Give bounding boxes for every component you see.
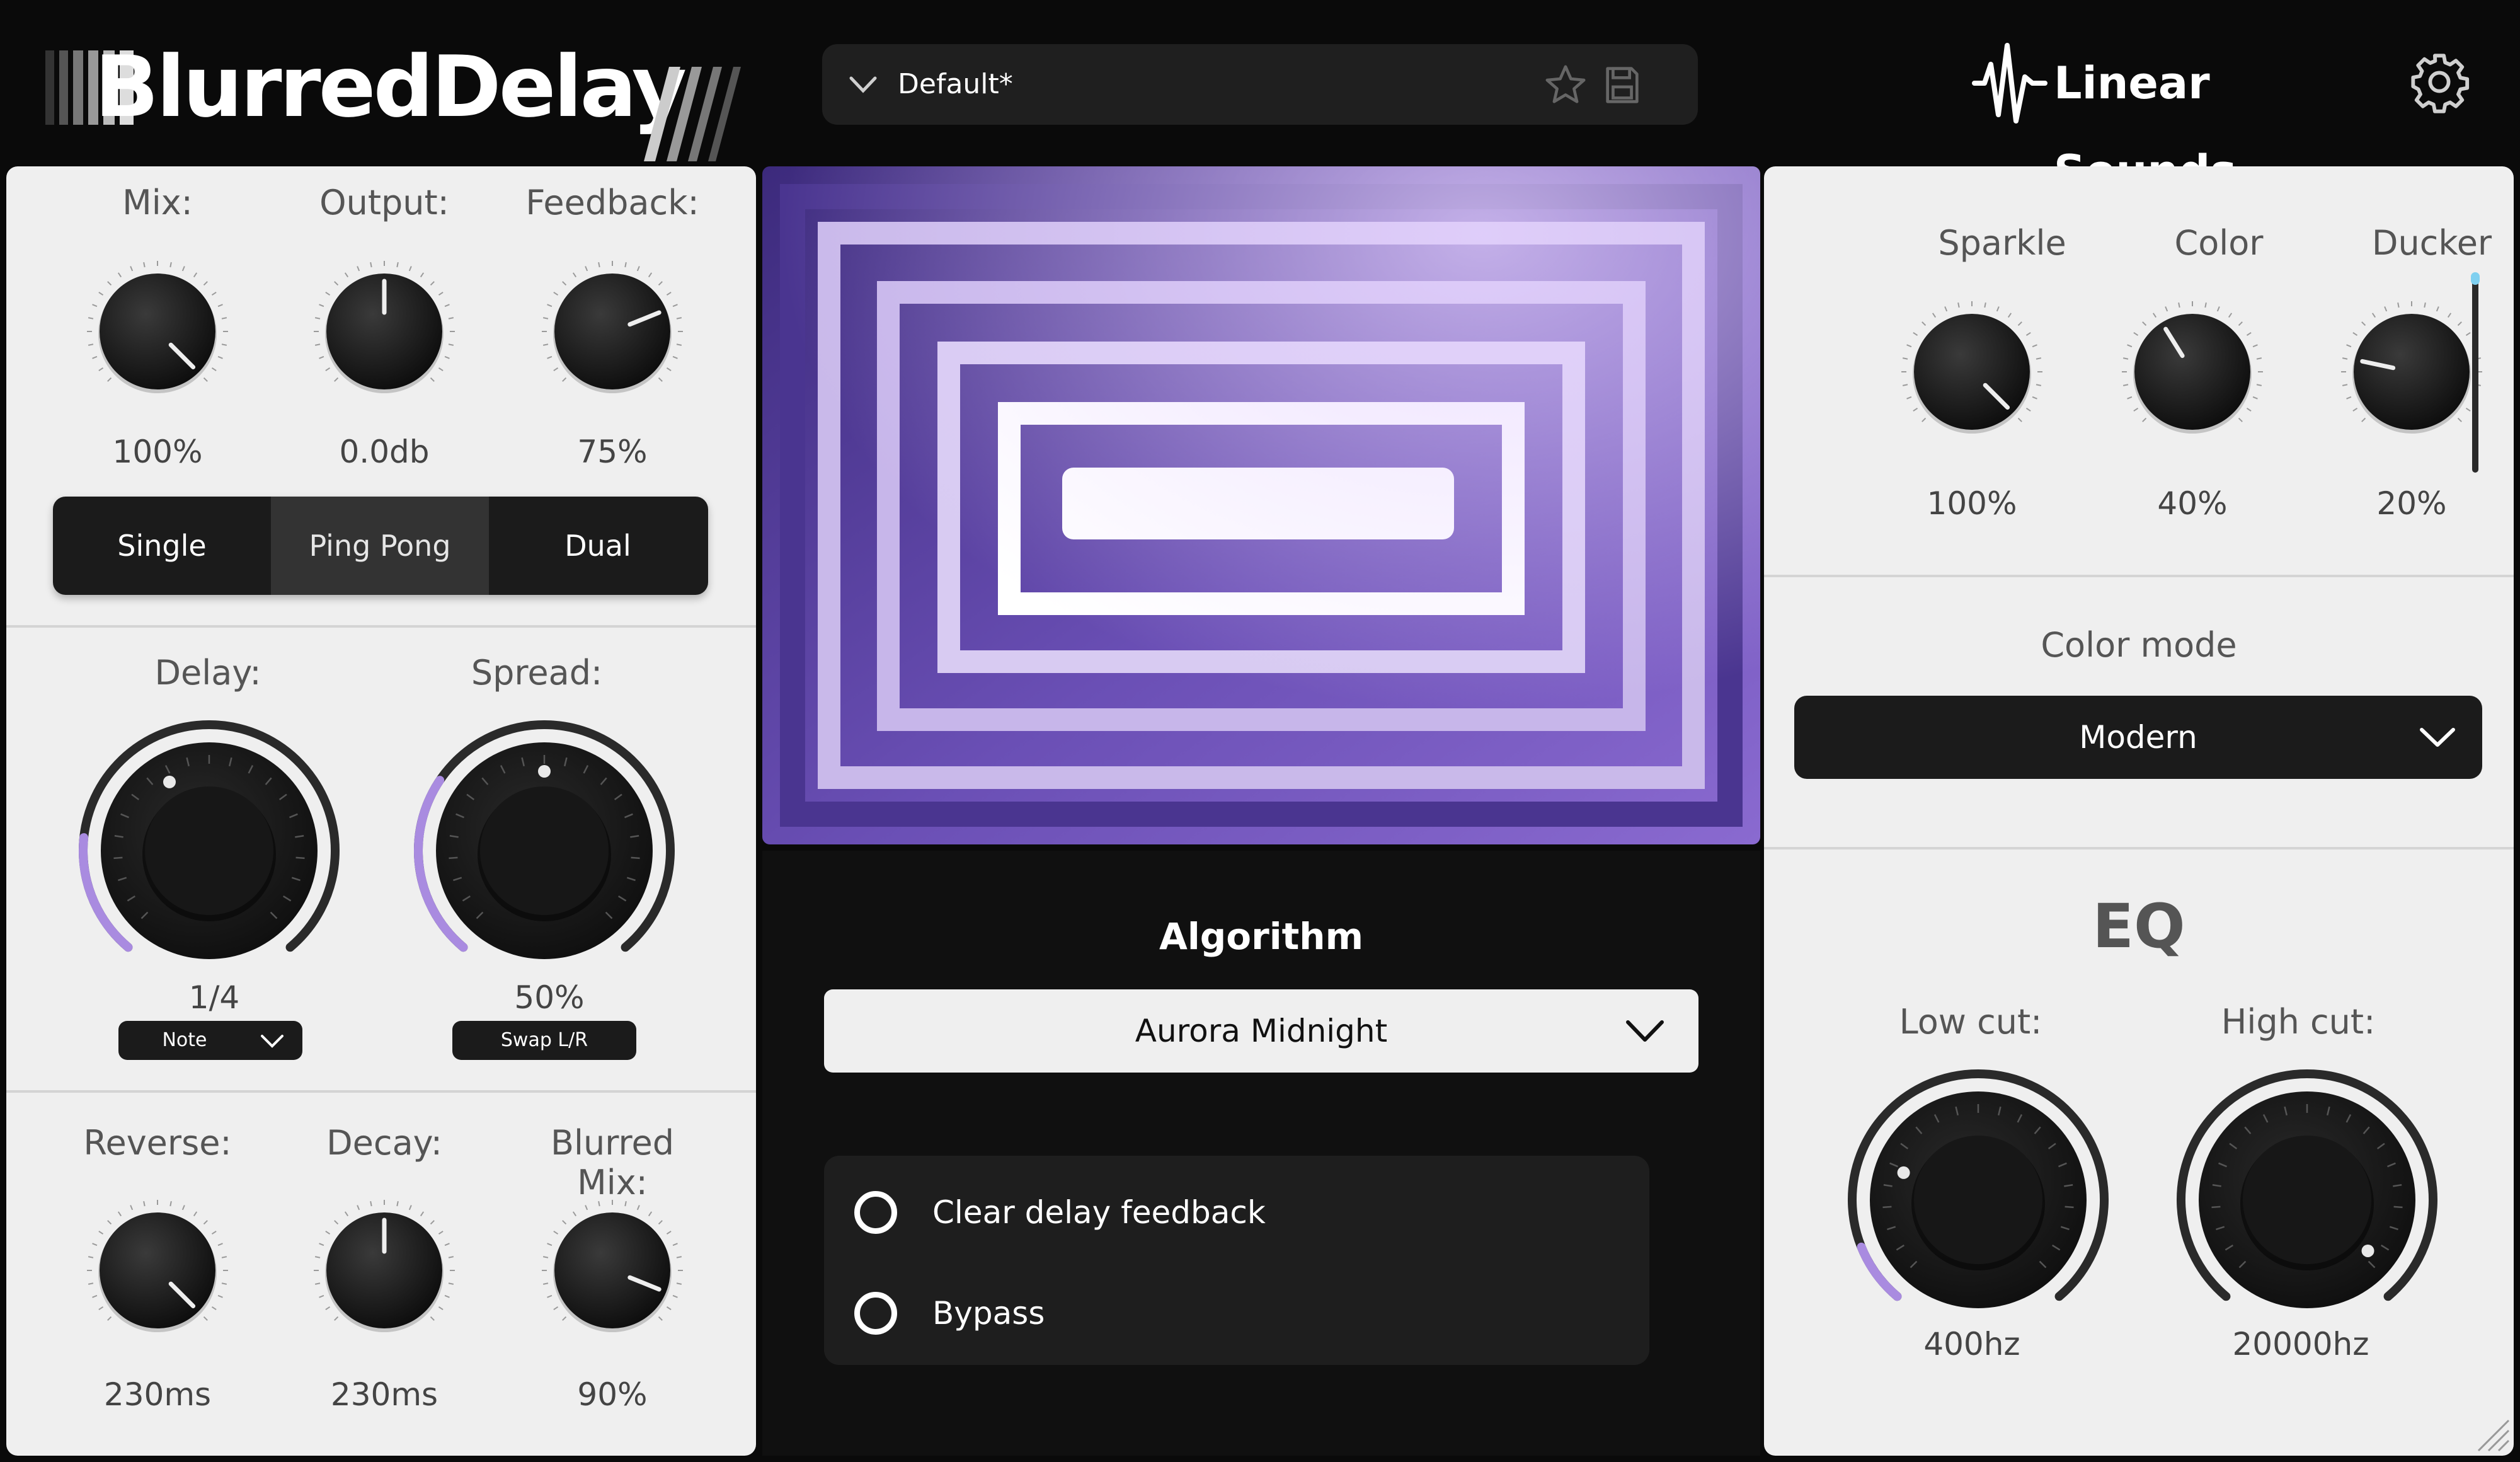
high-cut-value: 20000hz <box>2232 1326 2369 1362</box>
right-panel: Sparkle Color Ducker 100% 40% 20% Color … <box>1764 166 2514 1456</box>
spread-value: 50% <box>514 979 585 1016</box>
clear-delay-feedback-option[interactable]: Clear delay feedback <box>854 1187 1610 1244</box>
ducker-label: Ducker <box>2371 223 2492 263</box>
delay-value: 1/4 <box>188 979 240 1016</box>
logo-stripes-right <box>644 67 741 161</box>
divider <box>6 1090 756 1093</box>
high-cut-label: High cut: <box>2221 1002 2376 1042</box>
decay-knob[interactable] <box>309 1195 460 1346</box>
note-dropdown[interactable]: Note <box>118 1021 302 1060</box>
color-label: Color <box>2174 223 2264 263</box>
output-knob[interactable] <box>309 256 460 407</box>
note-dropdown-label: Note <box>162 1029 207 1051</box>
mix-label: Mix: <box>122 183 193 222</box>
brand-logo: Linear Sounds <box>1972 39 2375 197</box>
sparkle-label: Sparkle <box>1938 223 2066 263</box>
mode-dual-button[interactable]: Dual <box>489 497 707 595</box>
star-icon[interactable] <box>1544 63 1588 107</box>
high-cut-knob[interactable] <box>2168 1061 2446 1338</box>
delay-knob[interactable] <box>71 712 348 989</box>
color-mode-selected: Modern <box>2079 719 2197 756</box>
options-group: Clear delay feedback Bypass <box>824 1156 1649 1365</box>
feedback-label: Feedback: <box>525 183 699 222</box>
scrollbar[interactable] <box>2471 272 2480 473</box>
reverse-knob[interactable] <box>82 1195 233 1346</box>
decay-label: Decay: <box>326 1123 442 1163</box>
chevron-down-icon[interactable] <box>847 72 879 97</box>
sparkle-value: 100% <box>1927 485 2017 522</box>
reverse-value: 230ms <box>103 1376 212 1413</box>
resize-handle-icon[interactable] <box>2472 1414 2510 1452</box>
color-mode-dropdown[interactable]: Modern <box>1794 696 2482 779</box>
mix-value: 100% <box>112 434 203 470</box>
color-mode-label: Color mode <box>2041 625 2237 665</box>
spread-knob[interactable] <box>406 712 683 989</box>
blurred-mix-value: 90% <box>577 1376 648 1413</box>
radio-icon[interactable] <box>854 1191 897 1234</box>
feedback-value: 75% <box>577 434 648 470</box>
low-cut-value: 400hz <box>1923 1326 2020 1362</box>
output-label: Output: <box>319 183 449 222</box>
mode-ping-pong-button[interactable]: Ping Pong <box>271 497 489 595</box>
delay-mode-selector: Single Ping Pong Dual <box>53 497 708 595</box>
decay-value: 230ms <box>330 1376 438 1413</box>
sparkle-knob[interactable] <box>1896 296 2048 447</box>
feedback-knob[interactable] <box>537 256 688 407</box>
clear-delay-feedback-label: Clear delay feedback <box>932 1194 1266 1231</box>
preset-bar[interactable]: Default* <box>822 44 1698 125</box>
ducker-value: 20% <box>2376 485 2447 522</box>
gear-icon[interactable] <box>2408 50 2471 113</box>
divider <box>1764 847 2514 849</box>
algorithm-selected: Aurora Midnight <box>1135 1013 1388 1049</box>
divider <box>6 625 756 628</box>
color-knob[interactable] <box>2117 296 2268 447</box>
chevron-down-icon <box>261 1035 284 1048</box>
mode-single-button[interactable]: Single <box>53 497 271 595</box>
output-value: 0.0db <box>339 434 430 470</box>
reverse-label: Reverse: <box>83 1123 232 1163</box>
chevron-down-icon <box>2420 728 2455 747</box>
preset-name[interactable]: Default* <box>898 44 1013 125</box>
color-value: 40% <box>2157 485 2228 522</box>
bypass-label: Bypass <box>932 1295 1045 1332</box>
waveform-icon <box>1972 43 2048 124</box>
radio-icon[interactable] <box>854 1292 897 1335</box>
blurred-mix-label: Blurred Mix: <box>550 1123 675 1202</box>
eq-title: EQ <box>2092 891 2185 962</box>
app-logo: BlurredDelay <box>45 37 741 161</box>
low-cut-knob[interactable] <box>1840 1061 2117 1338</box>
low-cut-label: Low cut: <box>1899 1002 2042 1042</box>
algorithm-dropdown[interactable]: Aurora Midnight <box>824 989 1698 1073</box>
divider <box>1764 575 2514 577</box>
mix-knob[interactable] <box>82 256 233 407</box>
bypass-option[interactable]: Bypass <box>854 1288 1610 1345</box>
algorithm-visualizer <box>762 166 1760 844</box>
scrollbar-thumb[interactable] <box>2471 272 2480 285</box>
ducker-knob[interactable] <box>2336 296 2487 447</box>
chevron-down-icon <box>1626 1020 1664 1042</box>
app-title: BlurredDelay <box>94 38 687 136</box>
algorithm-title: Algorithm <box>1159 915 1364 958</box>
save-icon[interactable] <box>1600 63 1644 107</box>
swap-lr-button[interactable]: Swap L/R <box>452 1021 636 1060</box>
blurred-mix-knob[interactable] <box>537 1195 688 1346</box>
delay-label: Delay: <box>154 653 261 693</box>
spread-label: Spread: <box>471 653 603 693</box>
left-panel: Mix: Output: Feedback: 100% 0.0db 75% Si… <box>6 166 756 1456</box>
